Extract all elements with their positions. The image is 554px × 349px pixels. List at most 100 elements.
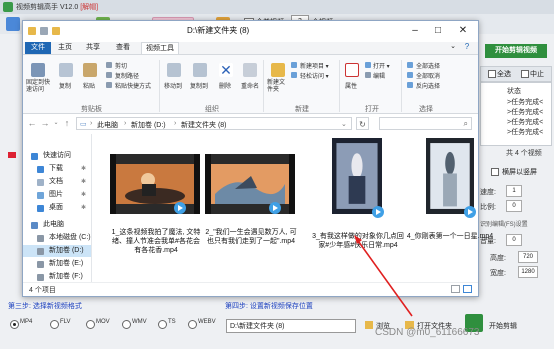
nav-downloads[interactable]: 下载 ✱ [23,163,91,175]
start-button[interactable]: 开始剪辑 [489,321,517,331]
new-item-button[interactable]: 新建项目 ▾ [300,61,329,70]
edit-button[interactable]: 编辑 [373,71,385,80]
rename-button[interactable]: 重命名 [241,81,259,90]
nav-desktop[interactable]: 桌面 ✱ [23,202,91,214]
format-radio-webv[interactable] [188,320,197,329]
height-input[interactable]: 720 [518,251,538,263]
group-new: 新建 [295,106,309,113]
copy-path-button[interactable]: 复制路径 [115,71,139,80]
format-radio-flv[interactable] [50,320,59,329]
select-none-button[interactable]: 全部取消 [416,71,440,80]
select-all-icon[interactable] [407,62,413,68]
chevron-down-icon[interactable]: ⌄ [341,120,347,128]
video-file[interactable]: 3_有我这样做的对象你几点回家#少年感#快乐日常.mp4 [312,138,404,249]
tab-view[interactable]: 查看 [111,42,135,54]
large-icons-view-icon[interactable] [463,285,472,293]
format-radio-ts[interactable] [158,320,167,329]
invert-selection-icon[interactable] [407,82,413,88]
file-name: 3_有我这样做的对象你几点回家#少年感#快乐日常.mp4 [312,233,404,249]
star-icon [31,153,38,160]
address-bar[interactable]: ▭ › 此电脑 › 新加卷 (D:) › 新建文件夹 (8) ⌄ [76,117,352,130]
cut-button[interactable]: 剪切 [115,61,127,70]
details-view-icon[interactable] [451,285,460,293]
invert-selection-button[interactable]: 反向选择 [416,81,440,90]
pin-quick-access-button[interactable]: 固定到快速访问 [26,80,52,94]
maximize-button[interactable]: □ [428,23,448,39]
close-button[interactable]: ✕ [453,23,473,39]
pin-icon[interactable] [31,63,45,77]
delete-icon[interactable]: ✕ [219,63,233,77]
stop-label[interactable]: 中止 [530,69,544,79]
speed-input[interactable]: 1 [506,185,522,197]
tab-video-tools[interactable]: 视频工具 [141,42,179,54]
rename-icon[interactable] [243,63,257,77]
format-radio-mov[interactable] [86,320,95,329]
ratio-input[interactable]: 0 [506,200,522,212]
volume-input[interactable]: 0 [506,234,522,246]
format-radio-mp4[interactable] [10,320,19,329]
select-all-button[interactable]: 全部选择 [416,61,440,70]
help-icon[interactable]: ? [457,39,477,55]
edit-icon[interactable] [365,72,371,78]
properties-button[interactable]: 属性 [345,81,357,90]
nav-drive-e[interactable]: 新加卷 (E:) [23,258,91,270]
step4-label: 第四步: 设置新视频保存位置 [225,303,313,310]
toolbar-icon[interactable] [6,17,20,31]
copy-icon[interactable] [59,63,73,77]
paste-shortcut-button[interactable]: 粘贴快捷方式 [115,81,151,90]
properties-icon[interactable] [40,27,48,35]
width-input[interactable]: 1280 [518,266,538,278]
copy-button[interactable]: 复制 [59,81,71,90]
status-header: 状态 [507,88,521,95]
properties-icon[interactable] [345,63,359,77]
refresh-icon[interactable]: ↻ [356,117,369,130]
new-folder-button[interactable]: 新建文件夹 [267,80,289,94]
nav-documents[interactable]: 文档 ✱ [23,176,91,188]
breadcrumb-this-pc[interactable]: 此电脑 [97,120,118,130]
paste-icon[interactable] [83,63,97,77]
move-to-icon[interactable] [167,63,181,77]
video-file[interactable]: 1_这条视频我拍了魔法, 文特绪、撞人节准会我单#各花会有各花香.mp4 [110,154,202,264]
format-radio-wmv[interactable] [122,320,131,329]
open-icon[interactable] [365,62,371,68]
nav-quick-access[interactable]: 快速访问 [23,150,91,162]
ribbon-divider [263,60,264,112]
select-all-checkbox[interactable] [488,70,496,78]
delete-button[interactable]: 删除 [219,81,231,90]
search-input[interactable]: ⌕ [379,117,472,130]
paste-button[interactable]: 粘贴 [83,81,95,90]
new-folder-icon[interactable] [271,63,285,77]
folder-icon[interactable] [365,321,373,329]
breadcrumb-folder[interactable]: 新建文件夹 (8) [181,120,227,130]
play-icon [464,206,476,218]
paste-shortcut-icon[interactable] [106,82,112,88]
move-to-button[interactable]: 移动到 [164,81,182,90]
minimize-button[interactable]: – [405,23,425,39]
stop-checkbox[interactable] [521,70,529,78]
nav-drive-d[interactable]: 新加卷 (D:) [23,245,91,257]
up-arrow-icon[interactable]: ↑ [61,117,73,129]
easy-access-icon[interactable] [291,72,297,78]
nav-this-pc[interactable]: 此电脑 [23,219,91,231]
save-path-field[interactable]: D:\新建文件夹 (8) [226,319,356,333]
nav-pictures[interactable]: 图片 ✱ [23,189,91,201]
open-button[interactable]: 打开 ▾ [373,61,390,70]
back-arrow-icon[interactable]: ← [26,117,38,129]
tab-home[interactable]: 主页 [53,42,77,54]
start-edit-button[interactable]: 开始剪辑视频 [485,44,547,58]
copy-to-icon[interactable] [193,63,207,77]
cut-icon[interactable] [106,62,112,68]
video-file[interactable]: 4_你刚表第一个一日星.mp4 [404,138,496,248]
tab-share[interactable]: 共享 [81,42,105,54]
breadcrumb-drive-d[interactable]: 新加卷 (D:) [131,120,166,130]
copy-to-button[interactable]: 复制到 [190,81,208,90]
app-titlebar: 视频剪辑高手 V12.0 [解帽] [0,0,554,14]
easy-access-button[interactable]: 轻松访问 ▾ [300,71,329,80]
copy-path-icon[interactable] [106,72,112,78]
video-file[interactable]: 2_"我们一生会遇见数万人, 可也只有我们走到了一起".mp4 [205,154,297,264]
select-none-icon[interactable] [407,72,413,78]
tab-file[interactable]: 文件 [25,42,51,54]
new-folder-icon[interactable] [52,27,60,35]
new-item-icon[interactable] [291,62,297,68]
nav-drive-c[interactable]: 本地磁盘 (C:) [23,232,91,244]
